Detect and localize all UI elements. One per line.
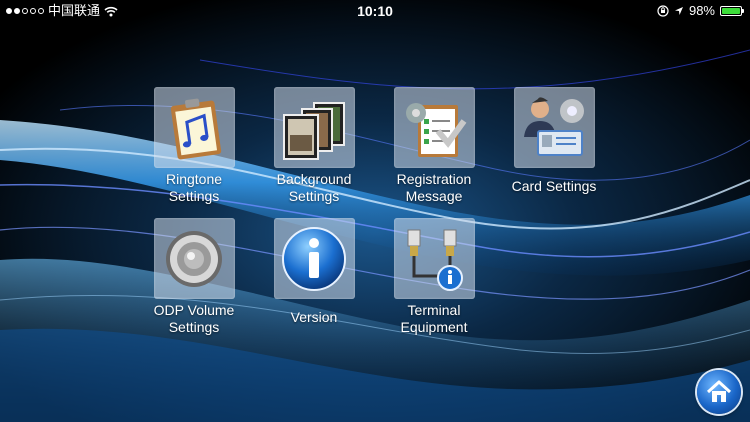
terminal-label: Terminal Equipment — [400, 302, 468, 335]
photo-frames-icon — [283, 102, 345, 160]
checklist-gear-icon — [406, 103, 467, 157]
orientation-lock-icon — [657, 5, 669, 17]
background-tile-icon — [274, 87, 355, 168]
battery-icon — [720, 6, 744, 16]
ringtone-tile-icon — [154, 87, 235, 168]
registration-tile-icon — [394, 87, 475, 168]
card-label: Card Settings — [511, 178, 597, 194]
odp-volume-tile-icon — [154, 218, 235, 299]
card-tile-icon — [514, 87, 595, 168]
user-card-gear-icon — [524, 97, 584, 156]
odp-volume-label: ODP Volume Settings — [153, 302, 235, 335]
info-icon — [282, 227, 346, 291]
menu-item-odp-volume[interactable]: ODP Volume Settings — [134, 218, 254, 338]
menu-item-registration[interactable]: Registration Message — [374, 87, 494, 207]
menu-item-terminal[interactable]: Terminal Equipment — [374, 218, 494, 338]
ringtone-label: Ringtone Settings — [165, 171, 223, 204]
status-time: 10:10 — [357, 3, 393, 19]
menu-item-background[interactable]: Background Settings — [254, 87, 374, 207]
wave-background — [0, 0, 750, 422]
version-tile-icon — [274, 218, 355, 299]
battery-percent: 98% — [688, 3, 715, 18]
menu-item-ringtone[interactable]: Ringtone Settings — [134, 87, 254, 207]
status-bar: 中国联通 10:10 98% — [0, 0, 750, 22]
location-arrow-icon — [674, 7, 683, 15]
music-note-clipboard-icon — [170, 98, 222, 160]
menu-item-card[interactable]: Card Settings — [494, 87, 614, 207]
status-right: 98% — [657, 0, 744, 22]
home-button[interactable] — [697, 370, 741, 414]
terminal-tile-icon — [394, 218, 475, 299]
menu-item-version[interactable]: Version — [254, 218, 374, 338]
home-icon — [706, 380, 732, 402]
registration-label: Registration Message — [396, 171, 472, 204]
network-cable-info-icon — [407, 229, 463, 291]
version-label: Version — [290, 309, 338, 325]
background-label: Background Settings — [276, 171, 352, 204]
speaker-icon — [166, 231, 222, 287]
